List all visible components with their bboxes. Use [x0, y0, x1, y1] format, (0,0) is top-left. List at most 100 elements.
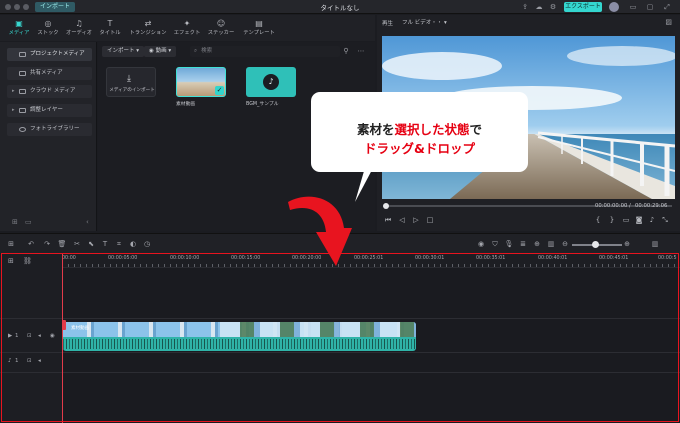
media-card-video[interactable]: ✓ [176, 67, 226, 97]
search-placeholder: 検索 [201, 48, 213, 54]
layers-icon[interactable]: ≣ [518, 239, 528, 249]
mark-out-icon[interactable]: } [607, 215, 617, 225]
play-icon[interactable]: ▷ [411, 215, 421, 225]
panel-toggle-icon[interactable]: ▥ [650, 239, 660, 249]
speed-icon[interactable]: ◷ [142, 239, 152, 249]
callout-line-2: ドラッグ&ドロップ [364, 141, 475, 156]
crop-icon[interactable]: ⌗ [114, 239, 124, 249]
sidebar-item-label: フォトライブラリー [30, 126, 80, 132]
upload-icon[interactable]: ⇪ [520, 2, 530, 12]
callout-line-1: 素材を選択した状態で [311, 119, 528, 138]
snapshot-icon[interactable]: ▨ [665, 18, 672, 26]
sticker-icon: ☺ [216, 19, 226, 28]
split-view-icon[interactable]: ▥ [546, 239, 556, 249]
playback-knob[interactable] [383, 203, 389, 209]
callout-text-highlight: 選択した状態 [394, 122, 470, 137]
microphone-icon[interactable]: 🎙 [504, 239, 514, 249]
media-sidebar: プロジェクトメディア 共有メディア ▸ クラウド メディア ▸ 調整レイヤー フ… [0, 42, 97, 231]
zoom-out-icon[interactable]: ⊖ [560, 239, 570, 249]
sidebar-item-label: 共有メディア [30, 70, 63, 76]
filter-label: 動画 [155, 48, 167, 54]
media-card-bgm-label: BGM_サンプル [246, 102, 279, 107]
volume-icon[interactable]: ♪ [647, 215, 657, 225]
tab-stock[interactable]: ◎ ストック [35, 18, 61, 40]
tab-title[interactable]: T タイトル [97, 18, 123, 40]
tab-template-label: テンプレート [243, 30, 275, 36]
display-icon[interactable]: ▭ [621, 215, 631, 225]
sidebar-item-project-media[interactable]: プロジェクトメディア [7, 48, 92, 61]
callout-text-c: で [469, 122, 483, 137]
avatar[interactable] [609, 2, 619, 12]
drag-arrow-icon [288, 196, 352, 266]
new-folder-icon[interactable]: ⊞ [12, 218, 18, 226]
sidebar-item-label: 調整レイヤー [30, 107, 63, 113]
search-input[interactable]: ⌕ 検索 [190, 46, 340, 57]
stop-icon[interactable]: □ [425, 215, 435, 225]
tab-audio[interactable]: ♫ オーディオ [64, 18, 94, 40]
folder-icon [19, 89, 26, 94]
folder-icon [19, 71, 26, 76]
import-icon: ⤓ [127, 74, 131, 84]
folder-outline-icon[interactable]: ▭ [25, 218, 32, 226]
import-dropdown[interactable]: インポート ▾ [102, 46, 145, 57]
sidebar-item-photo-library[interactable]: フォトライブラリー [7, 123, 92, 136]
chevron-right-icon: ▸ [12, 88, 15, 94]
notification-icon[interactable]: ▢ [645, 2, 655, 12]
collapse-panel-icon[interactable]: ‹ [86, 218, 89, 226]
sidebar-item-adjustment-layer[interactable]: ▸ 調整レイヤー [7, 104, 92, 117]
tab-transition[interactable]: ⇄ トランジション [126, 18, 170, 40]
sidebar-item-shared-media[interactable]: 共有メディア [7, 67, 92, 80]
zoom-slider-knob[interactable] [592, 241, 599, 248]
shield-icon[interactable]: ⛉ [490, 239, 500, 249]
tab-title-label: タイトル [99, 30, 121, 36]
title-icon: T [107, 19, 113, 28]
tab-stock-label: ストック [37, 30, 59, 36]
export-button[interactable]: エクスポート [564, 2, 602, 12]
redo-icon[interactable]: ↷ [42, 239, 52, 249]
render-icon[interactable]: ◉ [476, 239, 486, 249]
cut-icon[interactable]: ✂ [72, 239, 82, 249]
tab-sticker[interactable]: ☺ ステッカー [205, 18, 237, 40]
sidebar-item-cloud-media[interactable]: ▸ クラウド メディア [7, 85, 92, 98]
layout-icon[interactable]: ▭ [628, 2, 638, 12]
fullscreen-icon[interactable]: ⤢ [662, 2, 672, 12]
select-icon[interactable]: ⬉ [86, 239, 96, 249]
color-icon[interactable]: ◐ [128, 239, 138, 249]
delete-icon[interactable]: 🗑 [57, 239, 67, 249]
tab-effect[interactable]: ✦ エフェクト [172, 18, 202, 40]
import-media-card[interactable]: ⤓ メディアのインポート [106, 67, 156, 97]
stock-icon: ◎ [44, 19, 52, 28]
layout-grid-icon[interactable]: ⊞ [6, 239, 16, 249]
preview-tab[interactable]: 再生 [382, 19, 393, 27]
title-bar: インポート タイトルなし ⇪ ☁ ⚙ エクスポート ▭ ▢ ⤢ [0, 0, 680, 14]
import-media-label: メディアのインポート [109, 88, 155, 93]
audio-icon: ♫ [75, 19, 83, 28]
step-back-icon[interactable]: ◁ [397, 215, 407, 225]
import-dropdown-label: インポート [107, 48, 135, 54]
text-icon[interactable]: T [100, 239, 110, 249]
mark-in-icon[interactable]: { [593, 215, 603, 225]
settings-icon[interactable]: ⚙ [548, 2, 558, 12]
effect-icon: ✦ [183, 19, 191, 28]
camera-icon[interactable]: ◙ [634, 215, 644, 225]
check-icon: ✓ [215, 86, 224, 95]
tab-media-label: メディア [8, 30, 30, 36]
highlight-frame [1, 253, 679, 422]
prev-frame-icon[interactable]: ⏮ [383, 215, 393, 225]
undo-icon[interactable]: ↶ [26, 239, 36, 249]
expand-icon[interactable]: ⤡ [660, 215, 670, 225]
sort-filter-icon[interactable]: ⚲ [341, 46, 351, 57]
tab-media[interactable]: ▣ メディア [6, 18, 32, 40]
cloud-icon[interactable]: ☁ [534, 2, 544, 12]
template-icon: ▤ [255, 19, 263, 28]
tab-template[interactable]: ▤ テンプレート [240, 18, 278, 40]
filter-dropdown[interactable]: ◉ 動画 ▾ [144, 46, 177, 57]
quality-label: フル ビデオ・・ [402, 20, 443, 26]
magnet-icon[interactable]: ⊕ [532, 239, 542, 249]
more-options-icon[interactable]: ⋯ [356, 46, 366, 57]
media-card-bgm[interactable]: ♪ [246, 67, 296, 97]
instruction-callout: 素材を選択した状態で ドラッグ&ドロップ [311, 92, 528, 172]
folder-icon [19, 52, 26, 57]
zoom-in-icon[interactable]: ⊕ [622, 239, 632, 249]
quality-dropdown[interactable]: フル ビデオ・・ ▾ [398, 18, 451, 28]
